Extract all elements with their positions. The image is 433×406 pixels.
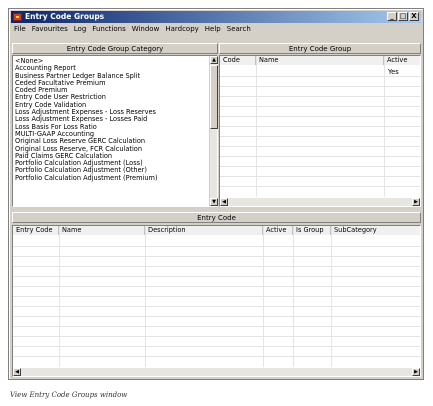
scroll-up-icon[interactable]: ▲	[210, 56, 218, 64]
menu-bar: File Favourites Log Functions Window Har…	[11, 24, 251, 35]
entry-code-panel-header: Entry Code	[12, 212, 421, 223]
category-vertical-scrollbar[interactable]: ▲ ▼	[209, 56, 218, 206]
group-grid[interactable]: Code Name Active Yes ◀ ▶	[219, 55, 421, 207]
column-description[interactable]: Description	[145, 226, 263, 235]
divider	[220, 126, 420, 127]
app-icon	[13, 13, 22, 21]
category-panel-header: Entry Code Group Category	[12, 43, 218, 54]
column-name[interactable]: Name	[59, 226, 145, 235]
divider	[13, 336, 420, 337]
divider	[220, 176, 420, 177]
close-button[interactable]: X	[409, 12, 419, 21]
column-active[interactable]: Active	[263, 226, 293, 235]
title-bar[interactable]: Entry Code Groups _ □ X	[11, 11, 421, 23]
divider	[13, 346, 420, 347]
menu-help[interactable]: Help	[205, 24, 221, 35]
divider	[13, 316, 420, 317]
scroll-left-icon[interactable]: ◀	[220, 198, 228, 206]
group-panel-header: Entry Code Group	[219, 43, 421, 54]
entry-code-grid[interactable]: Entry Code Name Description Active Is Gr…	[12, 225, 421, 377]
divider	[13, 276, 420, 277]
divider	[13, 246, 420, 247]
window-title: Entry Code Groups	[25, 12, 105, 21]
scroll-thumb[interactable]	[210, 65, 218, 129]
scroll-right-icon[interactable]: ▶	[412, 368, 420, 376]
menu-log[interactable]: Log	[74, 24, 87, 35]
column-subcategory[interactable]: SubCategory	[331, 226, 420, 235]
column-entry-code[interactable]: Entry Code	[13, 226, 59, 235]
category-list[interactable]: <None> Accounting Report Business Partne…	[12, 55, 218, 207]
menu-hardcopy[interactable]: Hardcopy	[165, 24, 198, 35]
column-is-group[interactable]: Is Group	[293, 226, 331, 235]
figure-caption: View Entry Code Groups window	[10, 391, 128, 399]
category-item[interactable]: Portfolio Calculation Adjustment (Premiu…	[15, 174, 158, 182]
divider	[220, 116, 420, 117]
scroll-right-icon[interactable]: ▶	[412, 198, 420, 206]
menu-window[interactable]: Window	[132, 24, 160, 35]
divider	[220, 166, 420, 167]
column-name[interactable]: Name	[256, 56, 384, 65]
menu-file[interactable]: File	[14, 24, 26, 35]
menu-search[interactable]: Search	[227, 24, 251, 35]
scroll-left-icon[interactable]: ◀	[13, 368, 21, 376]
maximize-button[interactable]: □	[398, 12, 408, 21]
divider	[13, 256, 420, 257]
divider	[220, 96, 420, 97]
divider	[220, 86, 420, 87]
divider	[13, 326, 420, 327]
divider	[13, 306, 420, 307]
divider	[220, 156, 420, 157]
divider	[220, 146, 420, 147]
menu-functions[interactable]: Functions	[92, 24, 125, 35]
divider	[13, 266, 420, 267]
divider	[220, 186, 420, 187]
divider	[220, 76, 420, 77]
entry-code-groups-window: Entry Code Groups _ □ X File Favourites …	[8, 8, 424, 380]
minimize-button[interactable]: _	[387, 12, 397, 21]
divider	[13, 356, 420, 357]
menu-favourites[interactable]: Favourites	[32, 24, 68, 35]
column-active[interactable]: Active	[384, 56, 420, 65]
entry-code-horizontal-scrollbar[interactable]: ◀ ▶	[13, 368, 420, 376]
group-row-active: Yes	[388, 68, 399, 76]
column-code[interactable]: Code	[220, 56, 256, 65]
divider	[13, 296, 420, 297]
divider	[13, 286, 420, 287]
divider	[220, 106, 420, 107]
group-horizontal-scrollbar[interactable]: ◀ ▶	[220, 198, 420, 206]
scroll-down-icon[interactable]: ▼	[210, 198, 218, 206]
divider	[220, 136, 420, 137]
